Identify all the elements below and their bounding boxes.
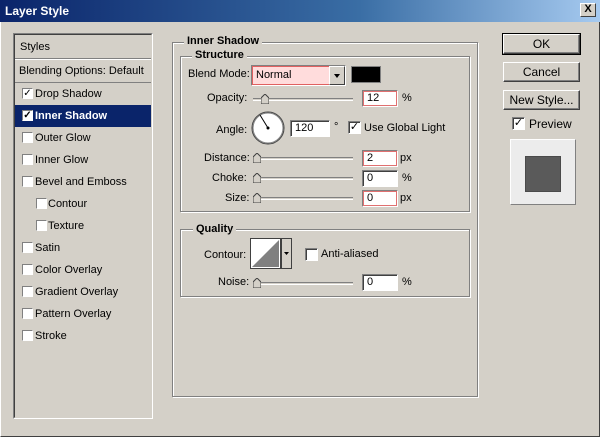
style-item-label: Satin [35,242,61,254]
quality-title: Quality [193,223,237,235]
structure-title: Structure [192,49,247,61]
choke-label: Choke: [212,172,247,184]
style-item-bevel-and-emboss[interactable]: Bevel and Emboss [15,171,151,193]
blend-mode-value: Normal [256,69,292,81]
style-item-checkbox[interactable] [22,132,33,143]
opacity-unit: % [402,92,412,104]
size-slider[interactable] [253,193,353,203]
style-item-checkbox[interactable] [22,242,33,253]
noise-unit: % [402,276,412,288]
opacity-slider[interactable] [253,94,353,104]
use-global-light-checkbox[interactable]: ✓ [348,121,361,134]
cancel-button[interactable]: Cancel [503,62,580,82]
contour-picker[interactable] [250,238,292,269]
angle-dial[interactable] [250,110,286,146]
choke-unit: % [402,172,412,184]
style-item-checkbox[interactable] [36,198,47,209]
distance-slider[interactable] [253,153,353,163]
style-item-checkbox[interactable]: ✓ [22,88,33,99]
choke-input[interactable]: 0 [362,170,398,187]
distance-unit: px [400,152,412,164]
style-item-checkbox[interactable] [22,308,33,319]
styles-list: Styles Blending Options: Default ✓ Drop S… [13,33,153,419]
blending-options-item[interactable]: Blending Options: Default [15,59,151,83]
styles-items: ✓ Drop Shadow ✓ Inner Shadow Outer Glow Inner… [15,83,151,347]
noise-label: Noise: [218,276,250,288]
distance-slider-thumb[interactable] [253,153,261,163]
size-unit: px [400,192,412,204]
noise-slider-thumb[interactable] [253,278,261,288]
style-item-label: Inner Glow [35,154,89,166]
style-item-label: Bevel and Emboss [35,176,127,188]
style-item-label: Contour [48,198,88,210]
chevron-down-icon[interactable] [329,66,345,85]
window-title: Layer Style [5,4,70,18]
anti-aliased-label: Anti-aliased [321,248,379,260]
style-item-label: Inner Shadow [35,110,108,122]
blend-mode-select[interactable]: Normal [251,65,346,86]
size-label: Size: [225,192,250,204]
noise-slider[interactable] [253,278,353,288]
choke-slider-thumb[interactable] [253,173,261,183]
angle-unit: ° [334,121,339,133]
close-button[interactable]: X [580,3,596,17]
style-item-label: Pattern Overlay [35,308,112,320]
noise-input[interactable]: 0 [362,274,398,291]
distance-input[interactable]: 2 [362,150,398,167]
contour-label: Contour: [204,249,247,261]
style-item-checkbox[interactable] [22,286,33,297]
distance-label: Distance: [204,152,250,164]
preview-swatch [525,156,561,192]
style-item-inner-shadow[interactable]: ✓ Inner Shadow [15,105,151,127]
blend-mode-label: Blend Mode: [188,68,250,80]
style-item-satin[interactable]: Satin [15,237,151,259]
opacity-input[interactable]: 12 [362,90,398,107]
style-item-color-overlay[interactable]: Color Overlay [15,259,151,281]
styles-header[interactable]: Styles [15,35,151,59]
new-style-button[interactable]: New Style... [503,90,580,110]
style-item-label: Texture [48,220,85,232]
style-item-checkbox[interactable] [22,154,33,165]
title-bar: Layer Style X [0,0,600,22]
style-item-outer-glow[interactable]: Outer Glow [15,127,151,149]
shadow-color-swatch[interactable] [351,66,381,83]
style-item-checkbox[interactable]: ✓ [22,110,33,121]
choke-slider[interactable] [253,173,353,183]
angle-input[interactable]: 120 [290,120,330,137]
style-item-stroke[interactable]: Stroke [15,325,151,347]
style-item-label: Color Overlay [35,264,103,276]
style-item-label: Stroke [35,330,67,342]
preview-thumbnail [510,139,576,205]
opacity-label: Opacity: [207,92,248,104]
style-item-texture[interactable]: Texture [15,215,151,237]
inner-shadow-title: Inner Shadow [184,35,263,47]
style-item-gradient-overlay[interactable]: Gradient Overlay [15,281,151,303]
preview-label: Preview [529,117,572,131]
style-item-checkbox[interactable] [22,330,33,341]
style-item-checkbox[interactable] [22,264,33,275]
style-item-pattern-overlay[interactable]: Pattern Overlay [15,303,151,325]
opacity-slider-thumb[interactable] [261,94,269,104]
style-item-label: Outer Glow [35,132,91,144]
preview-checkbox[interactable]: ✓ [512,117,525,130]
style-item-label: Gradient Overlay [35,286,119,298]
style-item-contour[interactable]: Contour [15,193,151,215]
style-item-drop-shadow[interactable]: ✓ Drop Shadow [15,83,151,105]
style-item-inner-glow[interactable]: Inner Glow [15,149,151,171]
size-slider-thumb[interactable] [253,193,261,203]
angle-label: Angle: [216,124,248,136]
style-item-checkbox[interactable] [22,176,33,187]
use-global-light-label: Use Global Light [364,122,446,134]
style-item-label: Drop Shadow [35,88,102,100]
ok-button[interactable]: OK [502,33,581,55]
style-item-checkbox[interactable] [36,220,47,231]
size-input[interactable]: 0 [362,190,398,207]
anti-aliased-checkbox[interactable] [305,248,318,261]
